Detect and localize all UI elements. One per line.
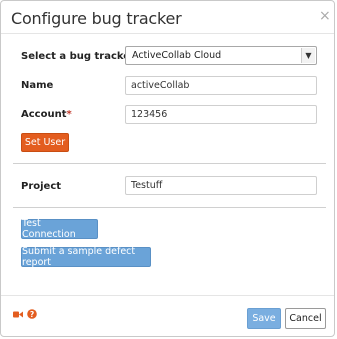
- tracker-select[interactable]: ActiveCollab Cloud ▼: [125, 46, 317, 65]
- tracker-label: Select a bug tracker: [21, 51, 136, 62]
- section-divider-2: [13, 207, 326, 208]
- help-icon[interactable]: ?: [27, 309, 37, 319]
- tracker-select-value: ActiveCollab Cloud: [132, 50, 222, 61]
- project-field[interactable]: Testuff: [125, 176, 317, 195]
- cancel-button[interactable]: Cancel: [285, 308, 326, 329]
- configure-bug-tracker-dialog: Configure bug tracker × Select a bug tra…: [0, 0, 335, 337]
- name-label: Name: [21, 80, 54, 91]
- dialog-title: Configure bug tracker: [11, 9, 182, 28]
- account-label-text: Account: [21, 109, 67, 120]
- svg-text:?: ?: [30, 310, 34, 319]
- account-label: Account*: [21, 109, 72, 120]
- video-icon[interactable]: [13, 310, 23, 319]
- footer-divider: [1, 295, 334, 296]
- set-user-button[interactable]: Set User: [21, 133, 69, 152]
- chevron-down-icon: ▼: [301, 48, 315, 63]
- required-marker: *: [66, 109, 72, 120]
- project-label: Project: [21, 181, 62, 192]
- account-field[interactable]: 123456: [125, 105, 317, 124]
- header-divider: [1, 33, 334, 34]
- test-connection-button[interactable]: Test Connection: [21, 218, 98, 240]
- section-divider: [13, 163, 326, 164]
- name-field[interactable]: activeCollab: [125, 76, 317, 95]
- submit-sample-report-button[interactable]: Submit a sample defect report: [21, 246, 151, 268]
- close-icon[interactable]: ×: [319, 8, 331, 24]
- save-button[interactable]: Save: [247, 308, 281, 329]
